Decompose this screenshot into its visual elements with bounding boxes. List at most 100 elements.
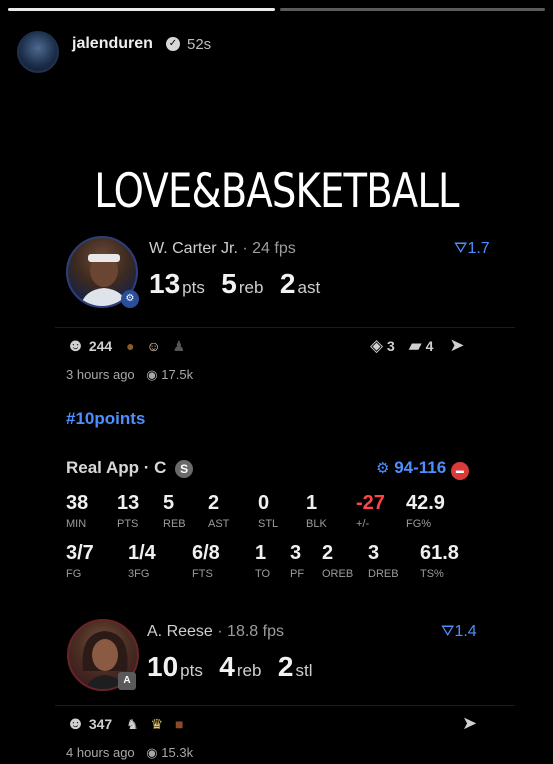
story-progress-pending — [280, 8, 545, 11]
stat-label: PF — [290, 568, 305, 580]
story-title: LOVE&BASKETBALL — [94, 164, 459, 219]
stat-value: 2 — [277, 651, 294, 682]
stat-value: 13 — [149, 268, 181, 299]
eye-icon: ◉ — [146, 745, 158, 760]
clown-icon[interactable]: ☺ — [146, 338, 160, 354]
smiley-icon[interactable]: ☻ — [66, 713, 85, 733]
stat-value: 6/8 — [192, 542, 220, 564]
comments-count: 3 — [386, 338, 395, 354]
stat-label: FG — [66, 568, 82, 580]
stat-label: TO — [255, 568, 271, 580]
post-meta: 3 hours ago ◉ 17.5k — [66, 367, 193, 383]
team-logo-icon: ⚙ — [121, 290, 139, 308]
stat-label: STL — [258, 518, 279, 530]
cow-icon[interactable]: ■ — [175, 716, 183, 732]
time-ago: 4 hours ago — [66, 745, 135, 760]
hashtag-link[interactable]: #10points — [66, 409, 145, 429]
player-name-line: W. Carter Jr. · 24 fps — [149, 240, 296, 258]
stat-label: REB — [163, 518, 186, 530]
reactions-count: 244 — [88, 338, 113, 354]
stat-label: OREB — [322, 568, 354, 580]
smiley-icon[interactable]: ☻ — [66, 335, 85, 355]
stat-unit: pts — [182, 278, 205, 297]
trend-value: 1.4 — [454, 623, 477, 640]
player-name[interactable]: A. Reese — [147, 623, 213, 640]
stat-value: 61.8 — [420, 542, 459, 564]
stat-unit: reb — [238, 278, 264, 297]
stat-value: 42.9 — [406, 492, 445, 514]
stat-unit: stl — [295, 661, 313, 680]
post-meta: 4 hours ago ◉ 15.3k — [66, 745, 193, 761]
stat-label: TS% — [420, 568, 444, 580]
share-icon[interactable]: ➤ — [449, 335, 464, 355]
stat-label: DREB — [368, 568, 399, 580]
stat-label: FTS — [192, 568, 213, 580]
joystick-icon[interactable]: ♟ — [173, 338, 186, 354]
woman-icon[interactable]: ♛ — [151, 716, 164, 732]
trend-down-icon: ⛛ — [454, 240, 468, 257]
stat-value: 13 — [117, 492, 140, 514]
team-home-icon: ⚙ — [376, 460, 390, 477]
eye-icon: ◉ — [146, 367, 158, 382]
divider — [55, 705, 515, 706]
stat-unit: pts — [180, 661, 203, 680]
poop-icon[interactable]: ● — [126, 338, 134, 354]
boxscore-header: Real App · C S — [66, 458, 194, 478]
stat-label: BLK — [306, 518, 327, 530]
boxscore-title: Real App · C — [66, 458, 167, 477]
stat-value: 2 — [279, 268, 296, 299]
player-name[interactable]: W. Carter Jr. — [149, 240, 238, 257]
trend-down-icon: ⛛ — [441, 623, 455, 640]
reactions-count: 347 — [88, 716, 113, 732]
goat-icon[interactable]: ♞ — [126, 716, 139, 732]
trend-indicator: ⛛1.4 — [441, 623, 477, 641]
user-avatar[interactable] — [17, 31, 59, 73]
score-value: 94-116 — [394, 458, 447, 477]
stat-value: 1/4 — [128, 542, 156, 564]
stat-label: MIN — [66, 518, 87, 530]
stat-value: 38 — [66, 492, 89, 514]
stat-value: 1 — [306, 492, 318, 514]
reactions-bar: ☻ 244 ● ☺ ♟ — [66, 335, 185, 356]
game-score[interactable]: ⚙ 94-116 ▬ — [376, 458, 469, 480]
player-name-line: A. Reese · 18.8 fps — [147, 623, 284, 641]
trend-value: 1.7 — [467, 240, 490, 257]
story-progress-complete — [8, 8, 275, 11]
stat-label: FG% — [406, 518, 432, 530]
view-count: 15.3k — [161, 745, 194, 760]
stat-value: 5 — [221, 268, 237, 299]
stat-value: 5 — [163, 492, 175, 514]
stat-unit: reb — [236, 661, 262, 680]
stat-value: 2 — [208, 492, 220, 514]
stat-value: 2 — [322, 542, 334, 564]
team-badge-icon: A — [118, 672, 136, 690]
time-ago: 3 hours ago — [66, 367, 135, 382]
stat-value: 3/7 — [66, 542, 94, 564]
stat-value: 3 — [290, 542, 302, 564]
stat-label: +/- — [356, 518, 370, 530]
post-actions: ◈ 3 ▰ 4 ➤ — [370, 335, 464, 356]
divider — [55, 327, 515, 328]
reactions-bar: ☻ 347 ♞ ♛ ■ — [66, 713, 183, 734]
username[interactable]: jalenduren — [72, 35, 153, 53]
stat-value: 0 — [258, 492, 270, 514]
s-badge-icon: S — [175, 460, 194, 478]
player-fps: · 18.8 fps — [217, 623, 284, 640]
stat-value: 4 — [219, 651, 235, 682]
player-stat-line: 13 pts 5 reb 2 ast — [149, 268, 332, 300]
stat-value: 3 — [368, 542, 380, 564]
cards-icon[interactable]: ▰ — [409, 336, 422, 355]
verified-icon: ✓ — [166, 37, 180, 51]
player-stat-line: 10 pts 4 reb 2 stl — [147, 651, 324, 683]
stat-label: 3FG — [128, 568, 150, 580]
team-away-icon: ▬ — [450, 462, 469, 480]
stat-label: AST — [208, 518, 230, 530]
stat-value: -27 — [356, 492, 385, 514]
share-icon[interactable]: ➤ — [462, 713, 477, 734]
player-fps: · 24 fps — [242, 240, 296, 257]
stat-unit: ast — [297, 278, 321, 297]
stat-value: 1 — [255, 542, 267, 564]
comment-icon[interactable]: ◈ — [370, 336, 383, 355]
stat-value: 10 — [147, 651, 179, 682]
cards-count: 4 — [425, 338, 434, 354]
